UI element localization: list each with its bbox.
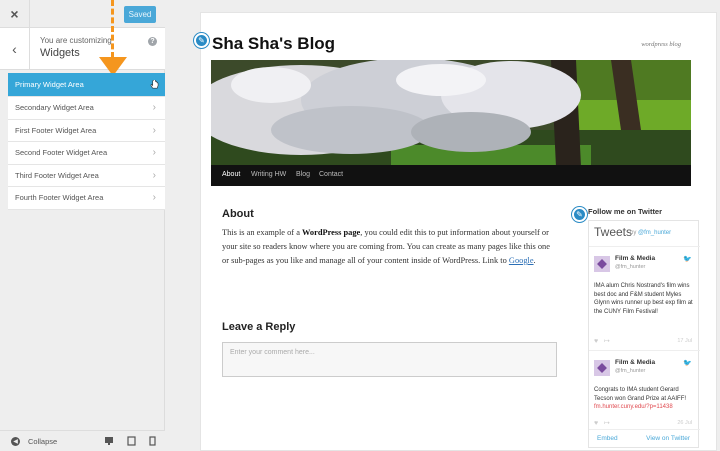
widget-area-label: Second Footer Widget Area <box>15 148 108 158</box>
customizer-screen: × Saved ‹ You are customizing Widgets ? … <box>0 0 720 451</box>
site-page: ✎ Sha Sha's Blog wordpress blog About Wr… <box>194 12 717 451</box>
tweets-by: by @fm_hunter <box>630 230 671 236</box>
tweet-author-handle[interactable]: @fm_hunter <box>615 368 645 374</box>
tweets-by-prefix: by <box>630 230 639 236</box>
widget-area-label: First Footer Widget Area <box>15 125 97 135</box>
twitter-bird-icon: 🐦 <box>683 256 692 263</box>
customizing-label: You are customizing <box>40 36 112 45</box>
share-icon[interactable]: ↦ <box>604 420 610 427</box>
customizer-sidebar: × Saved ‹ You are customizing Widgets ? … <box>0 0 165 451</box>
tweet-actions: ♥ ↦ <box>594 337 610 345</box>
twitter-widget-heading: Follow me on Twitter <box>588 207 663 216</box>
close-button[interactable]: × <box>0 0 30 28</box>
embed-link[interactable]: Embed <box>597 435 618 442</box>
view-on-twitter-link[interactable]: View on Twitter <box>646 435 690 442</box>
nav-item-blog[interactable]: Blog <box>296 171 310 178</box>
tweet-time[interactable]: 26 Jul <box>677 420 692 426</box>
avatar[interactable] <box>594 256 610 272</box>
edit-widget-pencil-icon[interactable]: ✎ <box>572 207 587 222</box>
twitter-bird-icon: 🐦 <box>683 360 692 367</box>
nav-item-writing-hw[interactable]: Writing HW <box>251 171 286 178</box>
tweet-text: IMA alum Chris Nostrand's film wins best… <box>594 283 693 315</box>
nav-item-contact[interactable]: Contact <box>319 171 343 178</box>
tweet-time[interactable]: 17 Jul <box>677 338 692 344</box>
avatar[interactable] <box>594 360 610 376</box>
help-icon[interactable]: ? <box>148 37 157 46</box>
annotation-dashed-line <box>111 0 114 58</box>
tweet-text-body: Congrats to IMA student Gerard Tecson wo… <box>594 387 687 402</box>
saved-button[interactable]: Saved <box>124 6 156 23</box>
collapse-button[interactable]: Collapse <box>28 437 57 446</box>
google-link[interactable]: Google <box>509 256 534 265</box>
site-tagline: wordpress blog <box>641 41 681 48</box>
tweet-item: Film & Media @fm_hunter 🐦 Congrats to IM… <box>589 350 700 430</box>
page-text-bold: WordPress page <box>302 228 361 237</box>
tweets-footer: Embed View on Twitter <box>589 429 700 447</box>
hand-cursor-icon <box>150 80 159 89</box>
tweet-author-name[interactable]: Film & Media <box>615 359 655 366</box>
chevron-right-icon: › <box>152 124 156 136</box>
comment-input[interactable]: Enter your comment here... <box>222 342 557 377</box>
chevron-right-icon: › <box>152 192 156 203</box>
tweet-author-name[interactable]: Film & Media <box>615 255 655 262</box>
collapse-icon[interactable]: ◀ <box>11 437 20 446</box>
site-navigation: About Writing HW Blog Contact <box>211 165 691 186</box>
widget-area-list: Primary Widget Area Secondary Widget Are… <box>8 73 165 210</box>
chevron-right-icon: › <box>152 169 156 181</box>
edit-title-pencil-icon[interactable]: ✎ <box>194 33 209 48</box>
widget-area-fourth-footer[interactable]: Fourth Footer Widget Area › <box>8 187 165 210</box>
widget-area-second-footer[interactable]: Second Footer Widget Area › <box>8 142 165 165</box>
widget-area-label: Secondary Widget Area <box>15 103 94 113</box>
chevron-right-icon: › <box>152 102 156 113</box>
header-image <box>211 60 691 167</box>
widget-area-third-footer[interactable]: Third Footer Widget Area › <box>8 164 165 187</box>
page-text: This is an example of a <box>222 228 303 237</box>
widget-area-first-footer[interactable]: First Footer Widget Area › <box>8 119 165 142</box>
tweets-title: Tweets <box>594 225 633 239</box>
section-title-block: ‹ You are customizing Widgets ? <box>0 28 165 70</box>
page-text: . <box>533 256 536 265</box>
widget-area-label: Third Footer Widget Area <box>15 170 99 180</box>
back-button[interactable]: ‹ <box>0 28 30 70</box>
nav-item-about[interactable]: About <box>222 171 240 178</box>
mobile-preview-icon[interactable] <box>149 436 156 446</box>
heart-icon[interactable]: ♥ <box>594 338 598 345</box>
tweet-author-handle[interactable]: @fm_hunter <box>615 264 645 270</box>
twitter-timeline: Tweets by @fm_hunter Film & Media @fm_hu… <box>588 220 700 448</box>
tablet-preview-icon[interactable] <box>127 436 136 446</box>
widget-area-label: Primary Widget Area <box>15 80 84 89</box>
page-content: This is an example of a WordPress page, … <box>222 226 554 268</box>
heart-icon[interactable]: ♥ <box>594 420 598 427</box>
page-heading: About <box>222 208 254 220</box>
tweet-text: Congrats to IMA student Gerard Tecson wo… <box>594 386 694 412</box>
tweet-item: Film & Media @fm_hunter 🐦 IMA alum Chris… <box>589 246 700 350</box>
customizer-footer: ◀ Collapse <box>0 430 165 451</box>
widget-area-secondary[interactable]: Secondary Widget Area › <box>8 97 165 120</box>
share-icon[interactable]: ↦ <box>604 338 610 345</box>
tweets-by-handle[interactable]: @fm_hunter <box>638 230 671 236</box>
reply-heading: Leave a Reply <box>222 321 296 333</box>
site-preview: ✎ Sha Sha's Blog wordpress blog About Wr… <box>166 0 720 451</box>
site-title[interactable]: Sha Sha's Blog <box>212 34 335 54</box>
section-title: Widgets <box>40 47 80 59</box>
tweet-actions: ♥ ↦ <box>594 419 610 427</box>
chevron-right-icon: › <box>152 147 156 158</box>
tweet-link[interactable]: fm.hunter.cuny.edu/?p=11438 <box>594 404 673 410</box>
widget-area-label: Fourth Footer Widget Area <box>15 193 104 203</box>
widget-area-primary[interactable]: Primary Widget Area <box>8 73 165 97</box>
customizer-header: × Saved <box>0 0 165 28</box>
desktop-preview-icon[interactable] <box>104 436 114 446</box>
